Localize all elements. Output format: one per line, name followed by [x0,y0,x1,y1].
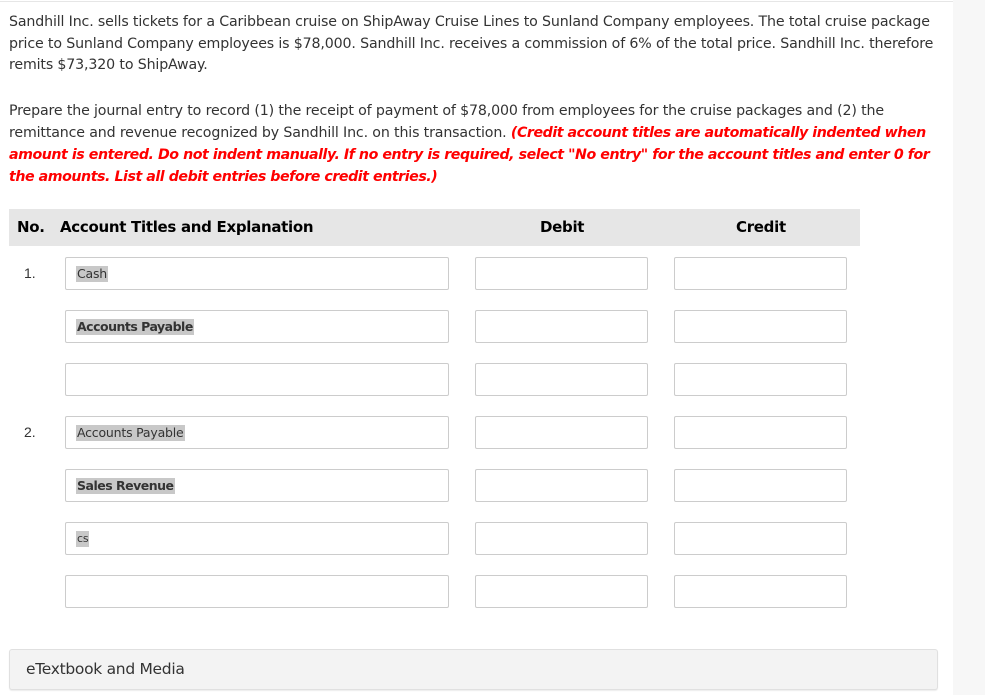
instructions-text: Prepare the journal entry to record (1) … [9,100,944,188]
debit-input[interactable] [475,575,648,608]
question-text: Sandhill Inc. sells tickets for a Caribb… [9,14,934,73]
credit-input[interactable] [674,363,847,396]
account-title-value: Sales Revenue [76,478,175,494]
account-title-input[interactable]: cs [65,522,449,555]
account-title-input[interactable]: Accounts Payable [65,416,449,449]
account-title-input[interactable]: Cash [65,257,449,290]
header-no: No. [17,218,45,236]
account-title-input[interactable]: Accounts Payable [65,310,449,343]
etextbook-and-media-panel[interactable]: eTextbook and Media [9,649,938,690]
debit-input[interactable] [475,363,648,396]
journal-row: 1. Cash [0,257,860,290]
etextbook-label: eTextbook and Media [26,660,185,678]
header-account-titles: Account Titles and Explanation [60,218,314,236]
page-side-gutter [953,0,985,695]
account-title-value: cs [76,531,90,547]
account-title-value: Accounts Payable [76,319,194,335]
journal-row: cs [0,522,860,555]
credit-input[interactable] [674,575,847,608]
account-title-input[interactable] [65,575,449,608]
credit-input[interactable] [674,310,847,343]
debit-input[interactable] [475,257,648,290]
journal-row: Accounts Payable [0,310,860,343]
account-title-input[interactable] [65,363,449,396]
credit-input[interactable] [674,257,847,290]
journal-row: Sales Revenue [0,469,860,502]
entry-number: 2. [24,424,36,440]
credit-input[interactable] [674,522,847,555]
debit-input[interactable] [475,469,648,502]
debit-input[interactable] [475,522,648,555]
account-title-value: Accounts Payable [76,425,185,441]
header-debit: Debit [540,218,585,236]
top-divider [0,1,953,2]
credit-input[interactable] [674,416,847,449]
header-credit: Credit [736,218,786,236]
journal-row [0,575,860,608]
entry-number: 1. [24,265,36,281]
journal-row: 2. Accounts Payable [0,416,860,449]
journal-row [0,363,860,396]
debit-input[interactable] [475,310,648,343]
account-title-value: Cash [76,266,109,282]
journal-table-header: No. Account Titles and Explanation Debit… [9,209,860,246]
credit-input[interactable] [674,469,847,502]
account-title-input[interactable]: Sales Revenue [65,469,449,502]
debit-input[interactable] [475,416,648,449]
